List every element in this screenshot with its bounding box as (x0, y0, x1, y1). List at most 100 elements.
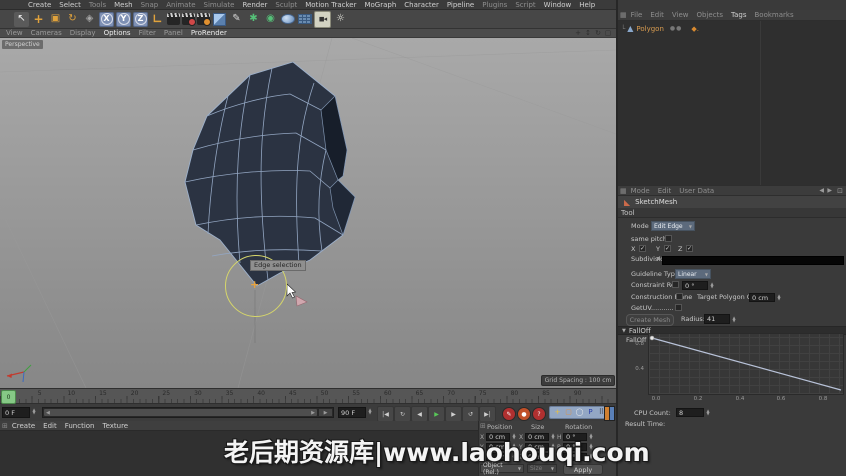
menu-item-tools[interactable]: Tools (89, 1, 106, 9)
current-frame-field[interactable]: 0 F (2, 407, 30, 418)
object-row-polygon[interactable]: └ ▲ Polygon ● ● ◆. (618, 23, 846, 34)
viewport-menu-cameras[interactable]: Cameras (31, 29, 62, 37)
attr-menu-edit[interactable]: Edit (658, 187, 672, 195)
timeline-playhead[interactable]: 0 (1, 390, 16, 404)
material-menu-edit[interactable]: Edit (43, 422, 57, 430)
scale-tool[interactable]: ▣ (48, 12, 63, 27)
menu-item-create[interactable]: Create (28, 1, 51, 9)
om-menu-bookmarks[interactable]: Bookmarks (754, 11, 793, 19)
axis-checkbox-x[interactable] (639, 245, 646, 252)
render-view-button[interactable] (167, 13, 180, 25)
timeline-window-icon[interactable] (604, 406, 615, 421)
viewport-menu-display[interactable]: Display (70, 29, 96, 37)
end-frame-field[interactable]: 90 F (338, 407, 366, 418)
subdivision-slider[interactable] (662, 256, 844, 265)
environment-button[interactable] (280, 12, 295, 27)
construction-plane-checkbox[interactable] (676, 293, 683, 300)
constraint-rot-spinner[interactable] (709, 282, 715, 289)
menu-item-character[interactable]: Character (404, 1, 439, 9)
simulate-button[interactable]: ◉ (263, 12, 278, 27)
object-name[interactable]: Polygon (636, 25, 664, 33)
polygon-object-icon[interactable]: ▲ (627, 24, 633, 33)
om-menu-tags[interactable]: Tags (731, 11, 747, 19)
autokey-button[interactable]: ● (517, 407, 531, 421)
viewport-menu-view[interactable]: View (6, 29, 23, 37)
menu-item-motion-tracker[interactable]: Motion Tracker (305, 1, 356, 9)
create-mesh-button[interactable]: Create Mesh (626, 314, 674, 326)
om-menu-view[interactable]: View (672, 11, 689, 19)
subdivision-handle[interactable] (657, 257, 660, 260)
mode-dropdown[interactable]: Edit Edge ▼ (651, 221, 695, 231)
viewport-menu-filter[interactable]: Filter (139, 29, 156, 37)
previous-frame-button[interactable]: ◀ (411, 406, 428, 422)
spline-pen-tool[interactable]: ✎ (229, 12, 244, 27)
axis-checkbox-z[interactable] (686, 245, 693, 252)
history-back-icon[interactable]: ◀ (819, 187, 824, 194)
target-polygon-offset-field[interactable]: 0 cm (749, 293, 775, 302)
menu-item-render[interactable]: Render (242, 1, 267, 9)
add-cube-button[interactable] (212, 12, 227, 27)
zoom-view-icon[interactable]: ↕ (584, 29, 592, 37)
pan-view-icon[interactable]: + (574, 29, 582, 37)
menu-item-help[interactable]: Help (579, 1, 595, 9)
goto-start-button[interactable]: |◀ (377, 406, 394, 422)
menu-item-pipeline[interactable]: Pipeline (447, 1, 474, 9)
menu-item-select[interactable]: Select (59, 1, 81, 9)
live-selection-tool[interactable]: ↖ (14, 11, 29, 27)
cpu-count-spinner[interactable] (705, 409, 711, 416)
menu-item-mesh[interactable]: Mesh (114, 1, 132, 9)
cpu-count-field[interactable]: 8 (676, 408, 704, 417)
same-pitch-checkbox[interactable] (665, 235, 672, 242)
menu-item-mograph[interactable]: MoGraph (364, 1, 396, 9)
polygon-selection-tag-icon[interactable]: ◆. (691, 25, 699, 33)
record-keyframe-button[interactable]: ✎ (502, 407, 516, 421)
menu-item-script[interactable]: Script (515, 1, 535, 9)
menu-item-simulate[interactable]: Simulate (204, 1, 235, 9)
viewport-menu-panel[interactable]: Panel (164, 29, 183, 37)
material-menu-function[interactable]: Function (65, 422, 95, 430)
target-polygon-offset-spinner[interactable] (776, 294, 782, 301)
play-reverse-button[interactable]: ↺ (462, 406, 479, 422)
om-menu-edit[interactable]: Edit (650, 11, 664, 19)
timeline-scrollbar-right-arrow[interactable]: ▶ (319, 409, 332, 416)
z-axis-lock[interactable]: Z (133, 11, 148, 27)
coordinate-system-toggle[interactable]: ∟ (150, 12, 165, 27)
current-frame-spinner[interactable] (31, 408, 37, 415)
axis-checkbox-y[interactable] (664, 245, 671, 252)
falloff-spline-editor[interactable] (648, 333, 844, 395)
menu-item-sculpt[interactable]: Sculpt (275, 1, 297, 9)
y-axis-lock[interactable]: Y (116, 11, 131, 27)
menu-item-snap[interactable]: Snap (141, 1, 159, 9)
menu-item-window[interactable]: Window (544, 1, 572, 9)
lock-icon[interactable]: ⊡ (837, 187, 843, 195)
timeline-scrollbar[interactable]: ◀ ▶ ▶ (42, 407, 334, 418)
key-position-toggle[interactable]: + (553, 408, 562, 417)
om-menu-file[interactable]: File (631, 11, 643, 19)
last-used-tool[interactable]: ◈ (82, 12, 97, 27)
radius-spinner[interactable] (731, 316, 737, 323)
attr-menu-mode[interactable]: Mode (631, 187, 650, 195)
move-tool[interactable]: + (31, 12, 46, 27)
menu-item-animate[interactable]: Animate (166, 1, 195, 9)
radius-field[interactable]: 41 (704, 314, 730, 324)
light-button[interactable]: ☼ (333, 12, 348, 27)
render-settings-button[interactable] (197, 13, 211, 26)
viewport-menu-prorender[interactable]: ProRender (191, 29, 227, 37)
loop-button[interactable]: ↻ (394, 406, 411, 422)
constraint-rot-field[interactable]: 0 ° (682, 281, 708, 290)
viewport-menu-options[interactable]: Options (104, 29, 131, 37)
material-menu-texture[interactable]: Texture (102, 422, 128, 430)
history-forward-icon[interactable]: ▶ (827, 187, 832, 194)
object-manager-tree[interactable]: └ ▲ Polygon ● ● ◆. (618, 21, 846, 185)
menu-item-plugins[interactable]: Plugins (482, 1, 507, 9)
toggle-view-icon[interactable]: ▢ (604, 29, 612, 37)
timeline-ruler[interactable]: 0 051015202530354045505560657075808590 (0, 388, 616, 404)
guideline-type-dropdown[interactable]: Linear ▼ (675, 269, 711, 279)
attr-menu-user-data[interactable]: User Data (679, 187, 714, 195)
constraint-rot-checkbox[interactable] (672, 281, 679, 288)
key-parameter-toggle[interactable]: P (586, 408, 595, 417)
material-menu-create[interactable]: Create (12, 422, 35, 430)
camera-button[interactable] (314, 10, 331, 28)
floor-button[interactable] (297, 12, 312, 27)
timeline-scrollbar-thumb[interactable]: ◀ ▶ (44, 409, 317, 416)
